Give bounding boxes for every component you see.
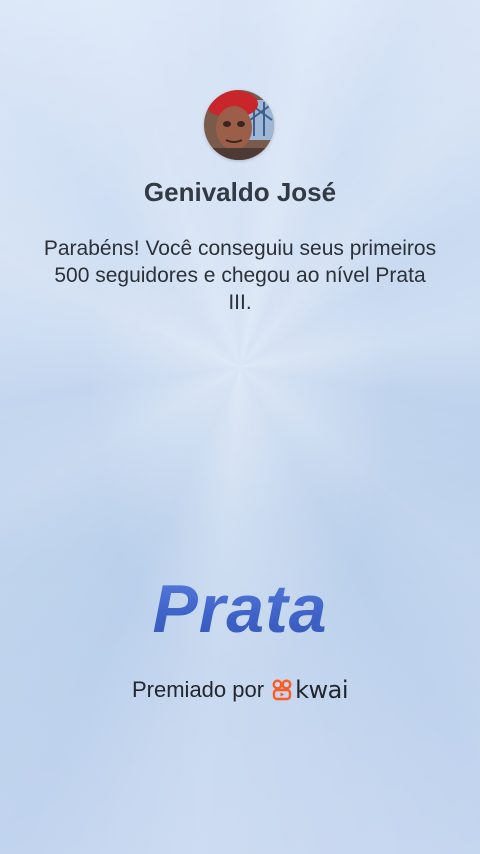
level-title: Prata xyxy=(0,570,480,648)
kwai-logo: kwai xyxy=(272,676,348,704)
congratulation-message: Parabéns! Você conseguiu seus primeiros … xyxy=(43,237,437,314)
user-name: Genivaldo José xyxy=(143,177,337,207)
award-label: Premiado por xyxy=(132,677,265,702)
kwai-brand-name: kwai xyxy=(295,676,348,704)
user-avatar[interactable] xyxy=(204,90,274,160)
award-line: Premiado por kwai xyxy=(0,676,480,704)
kwai-icon xyxy=(272,679,292,701)
